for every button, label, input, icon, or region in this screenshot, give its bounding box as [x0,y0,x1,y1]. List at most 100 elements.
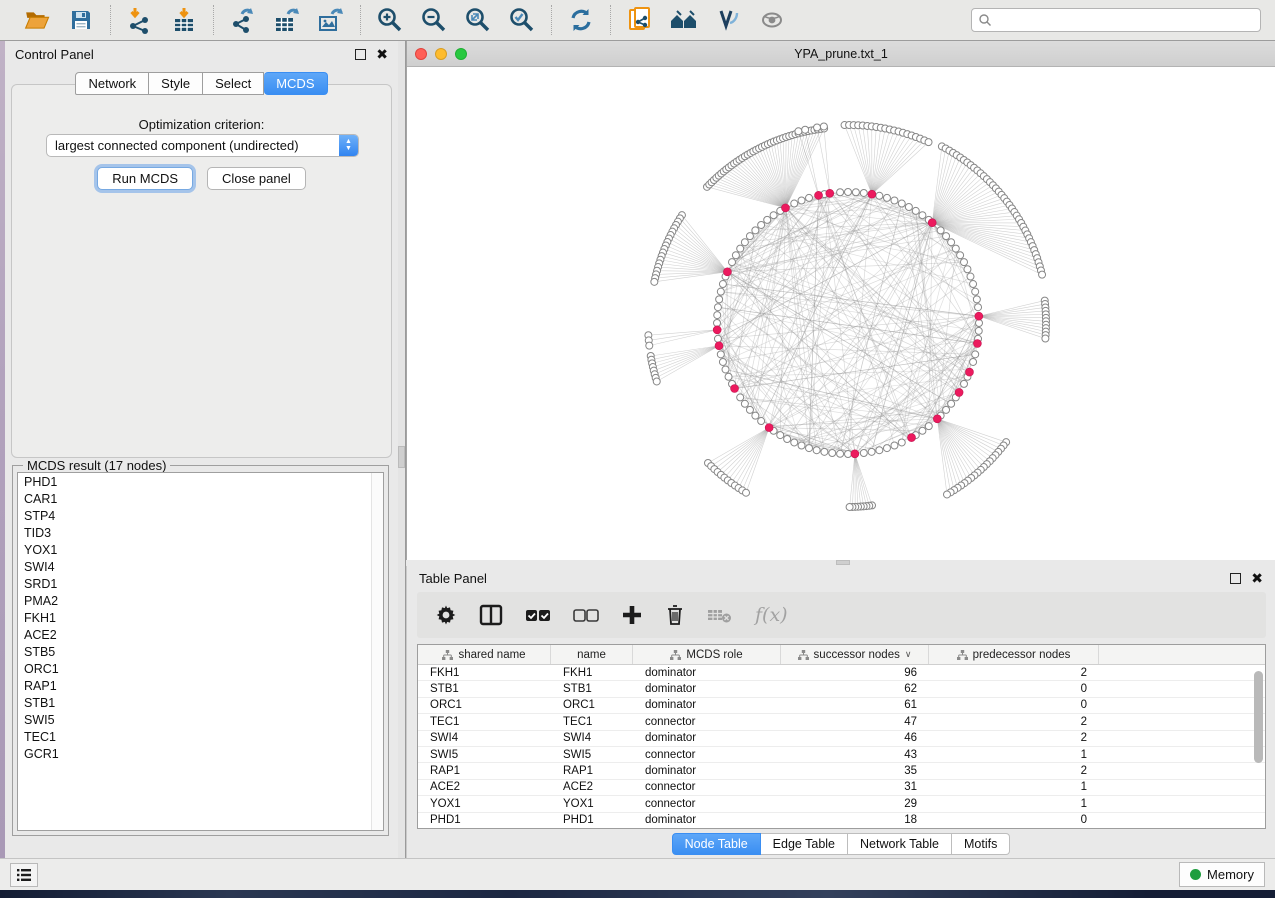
cell: dominator [633,732,781,744]
deselect-all-icon[interactable] [573,602,599,628]
close-panel-icon[interactable]: ✖ [1251,571,1263,585]
tab-motifs[interactable]: Motifs [952,833,1010,855]
mcds-result-item[interactable]: ORC1 [18,660,383,677]
zoom-selected-icon[interactable] [507,5,537,35]
table-row[interactable]: SWI4SWI4dominator462 [418,731,1265,747]
cell: 35 [781,765,929,777]
mcds-result-item[interactable]: STB5 [18,643,383,660]
zoom-out-icon[interactable] [419,5,449,35]
hide-labels-icon[interactable] [713,5,743,35]
vertical-splitter[interactable] [398,41,406,858]
table-row[interactable]: FKH1FKH1dominator962 [418,665,1265,681]
tab-mcds[interactable]: MCDS [264,72,327,95]
mcds-result-item[interactable]: ACE2 [18,626,383,643]
search-input[interactable] [992,13,1254,27]
select-all-icon[interactable] [525,602,551,628]
scrollbar-thumb[interactable] [1254,671,1263,763]
table-row[interactable]: ORC1ORC1dominator610 [418,698,1265,714]
cell: 31 [781,781,929,793]
table-row[interactable]: STB1STB1dominator620 [418,681,1265,697]
gear-icon[interactable] [435,602,457,628]
control-panel-title: Control Panel [15,47,94,62]
memory-button[interactable]: Memory [1179,862,1265,887]
column-header-name[interactable]: name [551,645,633,664]
export-image-icon[interactable] [316,5,346,35]
columns-icon[interactable] [479,602,503,628]
show-eye-icon[interactable] [757,5,787,35]
table-header-row: shared namenameMCDS rolesuccessor nodes∨… [418,645,1265,665]
column-header-MCDS-role[interactable]: MCDS role [633,645,781,664]
table-row[interactable]: YOX1YOX1connector291 [418,796,1265,812]
column-header-successor-nodes[interactable]: successor nodes∨ [781,645,929,664]
run-mcds-button[interactable]: Run MCDS [97,167,193,190]
splitter-handle[interactable] [398,446,405,468]
close-panel-icon[interactable]: ✖ [376,47,388,61]
tab-network-table[interactable]: Network Table [848,833,952,855]
criterion-dropdown[interactable]: largest connected component (undirected)… [46,134,359,157]
mcds-result-item[interactable]: SRD1 [18,575,383,592]
float-panel-icon[interactable] [355,49,366,60]
network-titlebar[interactable]: YPA_prune.txt_1 [407,41,1275,67]
mcds-list-scrollbar[interactable] [371,473,383,830]
mcds-result-item[interactable]: TID3 [18,524,383,541]
import-network-icon[interactable] [125,5,155,35]
cell: 2 [929,765,1099,777]
mcds-result-item[interactable]: SWI5 [18,711,383,728]
mcds-result-item[interactable]: FKH1 [18,609,383,626]
import-table-icon[interactable] [169,5,199,35]
list-icon [16,868,32,882]
share-network-icon[interactable] [625,5,655,35]
zoom-fit-icon[interactable] [463,5,493,35]
mcds-result-title: MCDS result (17 nodes) [23,458,170,473]
first-neighbors-icon[interactable] [669,5,699,35]
table-row[interactable]: SWI5SWI5connector431 [418,747,1265,763]
sort-desc-icon: ∨ [905,649,912,660]
cell: 1 [929,749,1099,761]
cell: FKH1 [551,667,633,679]
save-session-icon[interactable] [66,5,96,35]
mcds-result-item[interactable]: STP4 [18,507,383,524]
splitter-handle[interactable] [836,560,850,565]
mcds-result-item[interactable]: CAR1 [18,490,383,507]
mcds-result-item[interactable]: RAP1 [18,677,383,694]
node-table[interactable]: shared namenameMCDS rolesuccessor nodes∨… [417,644,1266,829]
export-network-icon[interactable] [228,5,258,35]
mcds-result-item[interactable]: PMA2 [18,592,383,609]
mcds-result-list[interactable]: PHD1CAR1STP4TID3YOX1SWI4SRD1PMA2FKH1ACE2… [17,472,384,831]
close-panel-button[interactable]: Close panel [207,167,306,190]
search-box[interactable] [971,8,1261,32]
network-canvas[interactable] [407,67,1275,560]
table-row[interactable]: PHD1PHD1dominator180 [418,813,1265,829]
mcds-result-item[interactable]: GCR1 [18,745,383,762]
table-toolbar: f(x) [417,592,1266,638]
mcds-result-item[interactable]: YOX1 [18,541,383,558]
tab-node-table[interactable]: Node Table [672,833,761,855]
delete-icon[interactable] [665,602,685,628]
zoom-in-icon[interactable] [375,5,405,35]
cell: 2 [929,732,1099,744]
tab-edge-table[interactable]: Edge Table [761,833,848,855]
task-history-button[interactable] [10,863,38,887]
table-scrollbar[interactable] [1254,669,1263,827]
add-icon[interactable] [621,602,643,628]
open-session-icon[interactable] [22,5,52,35]
cell: SWI4 [418,732,551,744]
status-bar: Memory [0,858,1275,890]
tab-style[interactable]: Style [149,72,203,95]
refresh-layout-icon[interactable] [566,5,596,35]
table-row[interactable]: ACE2ACE2connector311 [418,780,1265,796]
mcds-result-item[interactable]: SWI4 [18,558,383,575]
table-row[interactable]: TEC1TEC1connector472 [418,714,1265,730]
tab-select[interactable]: Select [203,72,264,95]
table-row[interactable]: RAP1RAP1dominator352 [418,763,1265,779]
mcds-result-item[interactable]: STB1 [18,694,383,711]
network-graph[interactable] [407,67,1275,560]
column-header-shared-name[interactable]: shared name [418,645,551,664]
mcds-result-item[interactable]: TEC1 [18,728,383,745]
mcds-result-item[interactable]: PHD1 [18,473,383,490]
tab-network[interactable]: Network [75,72,149,95]
float-panel-icon[interactable] [1230,573,1241,584]
column-header-predecessor-nodes[interactable]: predecessor nodes [929,645,1099,664]
cell: 0 [929,699,1099,711]
export-table-icon[interactable] [272,5,302,35]
